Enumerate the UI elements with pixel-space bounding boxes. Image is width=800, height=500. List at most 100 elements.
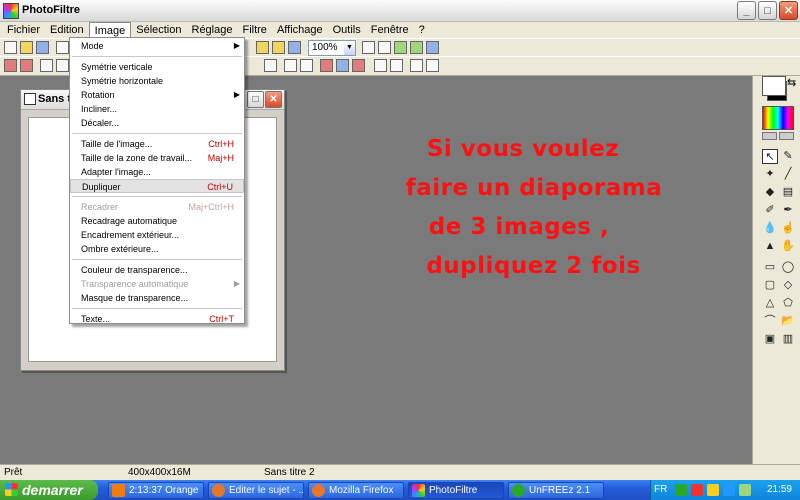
open-selection-icon[interactable]: 📂 [780, 314, 796, 329]
menu-item-rotation[interactable]: Rotation ▶ [70, 88, 244, 102]
zoom-out-icon[interactable] [378, 41, 391, 54]
taskbar-item-unfreez[interactable]: UnFREEz 2.1 [508, 482, 604, 499]
triangle-tool-icon[interactable]: △ [762, 296, 778, 311]
taskbar-item-photofiltre[interactable]: PhotoFiltre [408, 482, 504, 499]
blur-tool-icon[interactable]: 💧 [762, 221, 778, 236]
menu-edition[interactable]: Edition [45, 22, 89, 38]
close-button[interactable]: ✕ [779, 1, 798, 20]
flip-icon[interactable] [374, 59, 387, 72]
minimize-button[interactable]: _ [737, 1, 756, 20]
spray-tool-icon[interactable]: ▤ [780, 185, 796, 200]
selection-options-icon[interactable]: ▥ [780, 332, 796, 347]
tray-security-icon[interactable] [691, 484, 703, 496]
swap-colors-icon[interactable]: ⇆ [787, 76, 796, 89]
blur-icon[interactable] [284, 59, 297, 72]
stamp-tool-icon[interactable]: ▲ [762, 239, 778, 254]
menu-item-mode[interactable]: Mode ▶ [70, 39, 244, 53]
maximize-button[interactable]: □ [758, 1, 777, 20]
tray-update-icon[interactable] [739, 484, 751, 496]
save-icon[interactable] [36, 41, 49, 54]
rectangle-tool-icon[interactable]: ▭ [762, 260, 778, 275]
menu-item-decaler[interactable]: Décaler... [70, 116, 244, 130]
rotate-left-icon[interactable] [410, 59, 423, 72]
menu-item-recadrage-automatique[interactable]: Recadrage automatique [70, 214, 244, 228]
menu-selection[interactable]: Sélection [131, 22, 186, 38]
new-file-icon[interactable] [4, 41, 17, 54]
color-adjust-icon[interactable] [320, 59, 333, 72]
color-balance-icon[interactable] [352, 59, 365, 72]
menu-fichier[interactable]: Fichier [2, 22, 45, 38]
tray-network-icon[interactable] [707, 484, 719, 496]
chevron-down-icon[interactable]: ▼ [344, 41, 355, 55]
language-indicator[interactable]: FR [654, 484, 667, 495]
menu-item-symetrie-horizontale[interactable]: Symétrie horizontale [70, 74, 244, 88]
contrast-icon[interactable] [56, 59, 69, 72]
menu-item-masque-de-transparence[interactable]: Masque de transparence... [70, 291, 244, 305]
menu-item-couleur-de-transparence[interactable]: Couleur de transparence... [70, 263, 244, 277]
magic-wand-tool-icon[interactable]: ✦ [762, 167, 778, 182]
lasso-tool-icon[interactable]: ⌒ [762, 314, 778, 329]
polygon-tool-icon[interactable]: ⬠ [780, 296, 796, 311]
mirror-icon[interactable] [390, 59, 403, 72]
line-tool-icon[interactable]: ╱ [780, 167, 796, 182]
menu-item-label: Taille de la zone de travail... [81, 153, 193, 163]
browser-icon[interactable] [256, 41, 269, 54]
menu-item-ombre-exterieure[interactable]: Ombre extérieure... [70, 242, 244, 256]
ellipse-tool-icon[interactable]: ◯ [780, 260, 796, 275]
menu-item-symetrie-verticale[interactable]: Symétrie verticale [70, 60, 244, 74]
menu-outils[interactable]: Outils [328, 22, 366, 38]
eyedropper-tool-icon[interactable]: ✎ [780, 149, 796, 164]
palette-next-button[interactable] [779, 132, 794, 140]
sharpen-icon[interactable] [300, 59, 313, 72]
menu-filtre[interactable]: Filtre [237, 22, 271, 38]
taskbar-item-editer[interactable]: Editer le sujet - ... [208, 482, 304, 499]
overlay-line-2: faire un diaporama [405, 175, 663, 201]
menu-item-encadrement-exterieur[interactable]: Encadrement extérieur... [70, 228, 244, 242]
tray-app-icon[interactable] [675, 484, 687, 496]
brush-tool-icon[interactable]: ✐ [762, 203, 778, 218]
menu-fenetre[interactable]: Fenêtre [366, 22, 414, 38]
menu-image[interactable]: Image [88, 22, 132, 38]
hand-tool-icon[interactable]: ✋ [780, 239, 796, 254]
fill-tool-icon[interactable]: ◆ [762, 185, 778, 200]
menu-item-taille-de-l-image[interactable]: Taille de l'image... Ctrl+H [70, 137, 244, 151]
menu-item-dupliquer[interactable]: Dupliquer Ctrl+U [70, 179, 244, 193]
menu-item-taille-de-la-zone-de-travail[interactable]: Taille de la zone de travail... Maj+H [70, 151, 244, 165]
foreground-color-swatch[interactable] [762, 76, 786, 96]
palette-prev-button[interactable] [762, 132, 777, 140]
menu-item-adapter-l-image[interactable]: Adapter l'image... [70, 165, 244, 179]
menu-affichage[interactable]: Affichage [272, 22, 328, 38]
zoom-in-icon[interactable] [362, 41, 375, 54]
menu-item-texte[interactable]: Texte... Ctrl+T [70, 312, 244, 326]
fit-window-icon[interactable] [394, 41, 407, 54]
auto-contrast-icon[interactable] [20, 59, 33, 72]
gradient-icon[interactable] [336, 59, 349, 72]
taskbar-item-orange[interactable]: 2:13:37 Orange [108, 482, 204, 499]
start-button[interactable]: demarrer [0, 480, 98, 500]
print-icon[interactable] [56, 41, 69, 54]
rounded-rect-tool-icon[interactable]: ▢ [762, 278, 778, 293]
brightness-icon[interactable] [40, 59, 53, 72]
auto-level-icon[interactable] [4, 59, 17, 72]
diamond-tool-icon[interactable]: ◇ [780, 278, 796, 293]
menu-reglage[interactable]: Réglage [187, 22, 238, 38]
tray-volume-icon[interactable] [723, 484, 735, 496]
taskbar-item-firefox[interactable]: Mozilla Firefox [308, 482, 404, 499]
pointer-tool-icon[interactable]: ↖ [762, 149, 778, 164]
document-maximize-button[interactable]: □ [247, 91, 264, 108]
menu-help[interactable]: ? [414, 22, 430, 38]
window-icon[interactable] [288, 41, 301, 54]
plugin-icon[interactable] [272, 41, 285, 54]
document-close-button[interactable]: ✕ [265, 91, 282, 108]
open-folder-icon[interactable] [20, 41, 33, 54]
rotate-right-icon[interactable] [426, 59, 439, 72]
advanced-brush-tool-icon[interactable]: ✒ [780, 203, 796, 218]
drop-icon[interactable] [264, 59, 277, 72]
zoom-select[interactable]: 100% ▼ [308, 40, 356, 56]
selection-save-icon[interactable]: ▣ [762, 332, 778, 347]
color-palette[interactable] [762, 106, 794, 130]
smudge-tool-icon[interactable]: ☝ [780, 221, 796, 236]
actual-size-icon[interactable] [410, 41, 423, 54]
fullscreen-icon[interactable] [426, 41, 439, 54]
menu-item-incliner[interactable]: Incliner... [70, 102, 244, 116]
